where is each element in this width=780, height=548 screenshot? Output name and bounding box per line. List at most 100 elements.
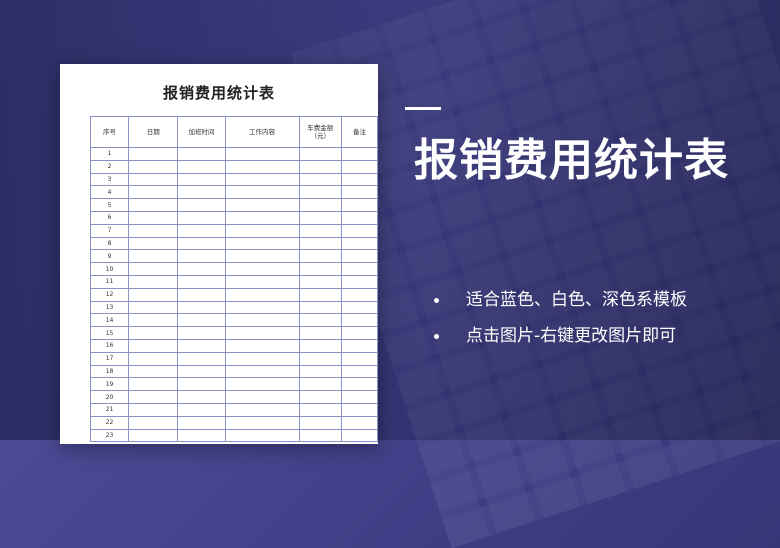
list-item-label: 点击图片-右键更改图片即可 bbox=[466, 326, 677, 346]
table-cell bbox=[224, 415, 300, 430]
table-cell bbox=[177, 198, 226, 212]
row-number-cell: 15 bbox=[89, 326, 130, 340]
row-number-cell: 1 bbox=[89, 147, 130, 161]
table-row: 3 bbox=[89, 172, 378, 187]
table-cell bbox=[224, 326, 300, 340]
table-cell bbox=[224, 210, 300, 225]
table-cell bbox=[128, 402, 179, 417]
table-cell bbox=[177, 377, 226, 392]
table-cell bbox=[341, 326, 378, 340]
table-row: 16 bbox=[89, 338, 378, 353]
table-cell bbox=[177, 274, 226, 289]
table-cell bbox=[177, 351, 226, 366]
table-cell bbox=[298, 377, 343, 392]
column-header: 加班时间 bbox=[177, 116, 226, 148]
row-number-cell: 7 bbox=[89, 223, 130, 238]
row-number-cell: 8 bbox=[89, 236, 130, 251]
row-number-cell: 12 bbox=[89, 287, 130, 302]
table-row: 8 bbox=[89, 236, 378, 251]
table-row: 17 bbox=[89, 351, 378, 366]
table-row: 10 bbox=[89, 262, 378, 276]
table-cell bbox=[224, 249, 300, 264]
table-cell bbox=[341, 147, 378, 161]
table-cell bbox=[128, 415, 179, 430]
table-cell bbox=[128, 159, 179, 174]
table-cell bbox=[298, 313, 343, 328]
table-cell bbox=[341, 351, 378, 366]
table-row: 2 bbox=[89, 159, 378, 174]
table-cell bbox=[341, 274, 378, 289]
table-cell bbox=[298, 364, 343, 379]
table-cell bbox=[341, 364, 378, 379]
table-cell bbox=[224, 236, 300, 251]
bullet-icon bbox=[434, 298, 439, 303]
table-cell bbox=[224, 223, 300, 238]
table-cell bbox=[224, 364, 300, 379]
bullet-list: 适合蓝色、白色、深色系模板 点击图片-右键更改图片即可 bbox=[432, 288, 772, 360]
row-number-cell: 11 bbox=[89, 274, 130, 289]
table-cell bbox=[177, 223, 226, 238]
table-cell bbox=[341, 236, 378, 251]
table-cell bbox=[128, 198, 179, 212]
table-cell bbox=[128, 338, 179, 353]
table-cell bbox=[298, 147, 343, 161]
table-cell bbox=[341, 390, 378, 404]
row-number-cell: 21 bbox=[89, 402, 130, 417]
list-item: 适合蓝色、白色、深色系模板 bbox=[432, 288, 772, 324]
table-cell bbox=[224, 198, 300, 212]
table-row: 1 bbox=[89, 147, 378, 161]
row-number-cell: 6 bbox=[89, 210, 130, 225]
table-cell bbox=[128, 210, 179, 225]
table-cell bbox=[298, 326, 343, 340]
table-cell bbox=[298, 274, 343, 289]
table-cell bbox=[224, 159, 300, 174]
table-cell bbox=[224, 402, 300, 417]
page-title: 报销费用统计表 bbox=[414, 135, 729, 186]
table-cell bbox=[341, 402, 378, 417]
document-preview[interactable]: 报销费用统计表 序号 日期 加班时间 工作内容 车费金额（元） 备注 12345… bbox=[60, 64, 378, 444]
row-number-cell: 19 bbox=[89, 377, 130, 392]
table-cell bbox=[177, 210, 226, 225]
table-cell bbox=[128, 262, 179, 276]
table-cell bbox=[128, 287, 179, 302]
document-title: 报销费用统计表 bbox=[162, 84, 275, 102]
table-cell bbox=[298, 172, 343, 187]
table-cell bbox=[177, 172, 226, 187]
list-item-label: 适合蓝色、白色、深色系模板 bbox=[466, 290, 687, 310]
table-cell bbox=[298, 415, 343, 430]
table-cell bbox=[341, 223, 378, 238]
table-row: 5 bbox=[89, 198, 378, 212]
column-header: 序号 bbox=[89, 116, 130, 148]
table-row: 7 bbox=[89, 223, 378, 238]
table-cell bbox=[224, 287, 300, 302]
table-cell bbox=[177, 338, 226, 353]
table-cell bbox=[128, 390, 179, 404]
table-cell bbox=[128, 249, 179, 264]
table-cell bbox=[224, 262, 300, 276]
row-number-cell: 13 bbox=[89, 300, 130, 315]
table-cell bbox=[298, 287, 343, 302]
table-row: 14 bbox=[89, 313, 378, 328]
bullet-icon bbox=[434, 334, 439, 339]
table-cell bbox=[128, 351, 179, 366]
table-cell bbox=[128, 223, 179, 238]
list-item: 点击图片-右键更改图片即可 bbox=[432, 324, 772, 360]
table-cell bbox=[298, 402, 343, 417]
table-cell bbox=[341, 185, 378, 200]
table-row: 12 bbox=[89, 287, 378, 302]
table-cell bbox=[128, 377, 179, 392]
row-number-cell: 2 bbox=[89, 159, 130, 174]
table-cell bbox=[298, 300, 343, 315]
table-cell bbox=[341, 287, 378, 302]
table-row: 22 bbox=[89, 415, 378, 430]
table-row: 19 bbox=[89, 377, 378, 392]
table-cell bbox=[341, 172, 378, 187]
table-cell bbox=[177, 326, 226, 340]
table-cell bbox=[298, 185, 343, 200]
table-cell bbox=[341, 198, 378, 212]
table-row: 11 bbox=[89, 274, 378, 289]
row-number-cell: 17 bbox=[89, 351, 130, 366]
table-cell bbox=[128, 274, 179, 289]
table-cell bbox=[128, 172, 179, 187]
expense-table: 序号 日期 加班时间 工作内容 车费金额（元） 备注 1 2 3 4 5 6 7 8 9 10 11… bbox=[89, 116, 378, 443]
